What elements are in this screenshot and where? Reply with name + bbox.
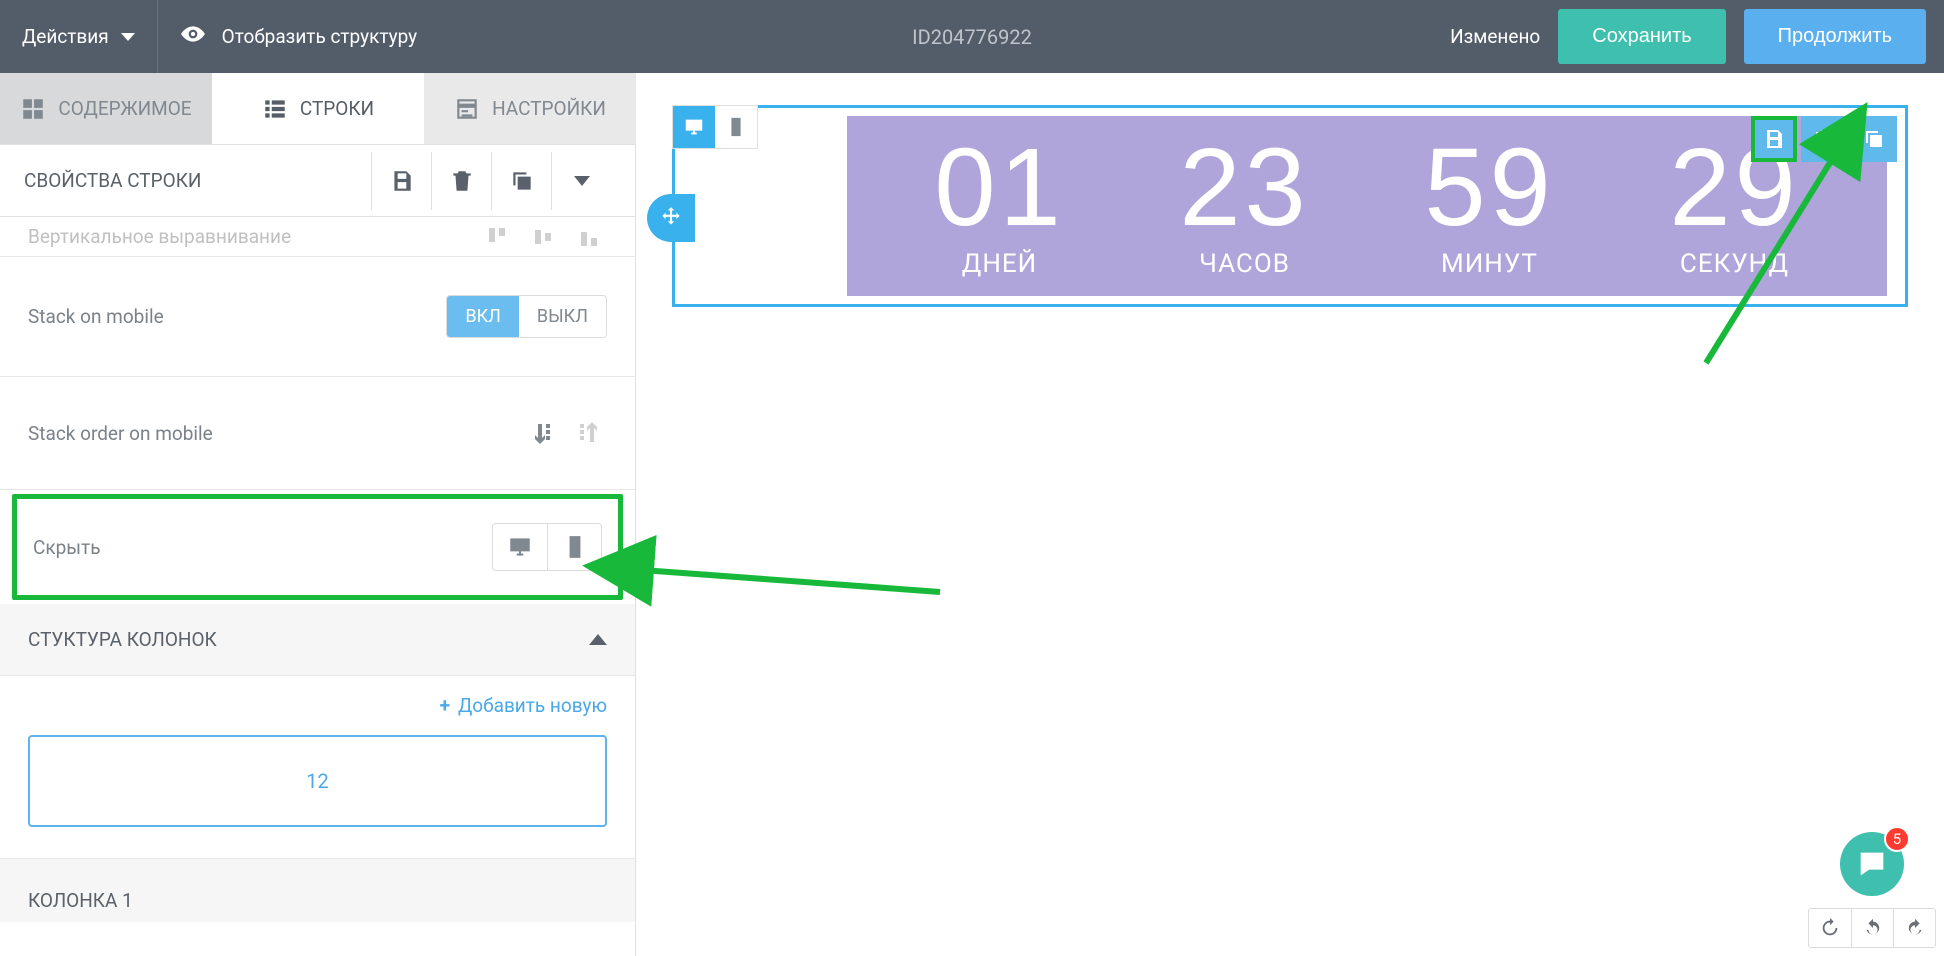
- countdown-days: 01 ДНЕЙ: [934, 133, 1064, 279]
- redo-button[interactable]: [1893, 909, 1935, 947]
- actions-menu[interactable]: Действия: [0, 0, 158, 73]
- history-icon: [1819, 917, 1841, 939]
- tab-content[interactable]: СОДЕРЖИМОЕ: [0, 73, 212, 144]
- mobile-icon: [725, 116, 747, 138]
- element-save-button[interactable]: [1751, 116, 1797, 162]
- device-preview-badge: [672, 105, 758, 149]
- column-structure-header[interactable]: СТУКТУРА КОЛОНОК: [0, 604, 635, 676]
- hide-desktop-button[interactable]: [493, 524, 547, 570]
- top-bar: Действия Отобразить структуру ID20477692…: [0, 0, 1944, 73]
- show-structure-button[interactable]: Отобразить структуру: [158, 21, 440, 52]
- undo-icon: [1862, 917, 1884, 939]
- countdown-hours: 23 ЧАСОВ: [1179, 133, 1309, 279]
- chevron-down-icon: [574, 176, 590, 186]
- eye-icon: [180, 21, 206, 52]
- hide-mobile-button[interactable]: [547, 524, 601, 570]
- align-top-button[interactable]: [479, 219, 515, 255]
- stack-order-default-button[interactable]: [525, 415, 561, 451]
- align-middle-button[interactable]: [525, 219, 561, 255]
- chat-icon: [1855, 847, 1889, 881]
- tab-settings[interactable]: НАСТРОЙКИ: [424, 73, 636, 144]
- desktop-icon: [507, 534, 533, 560]
- toggle-off[interactable]: ВЫКЛ: [519, 296, 606, 337]
- chat-badge: 5: [1884, 826, 1910, 852]
- collapse-row-button[interactable]: [551, 152, 611, 210]
- row-properties-label: СВОЙСТВА СТРОКИ: [24, 169, 201, 192]
- hide-row-highlight: Скрыть: [12, 494, 623, 600]
- save-row-button[interactable]: [371, 152, 431, 210]
- hide-label: Скрыть: [33, 536, 101, 559]
- trash-icon: [1812, 127, 1836, 151]
- desktop-icon: [683, 116, 705, 138]
- history-button[interactable]: [1809, 909, 1851, 947]
- delete-row-button[interactable]: [431, 152, 491, 210]
- plus-icon: +: [440, 694, 450, 717]
- vertical-align-row: Вертикальное выравнивание: [0, 217, 635, 257]
- copy-icon: [1862, 127, 1886, 151]
- row-properties-header: СВОЙСТВА СТРОКИ: [0, 145, 635, 217]
- document-id: ID204776922: [912, 25, 1032, 49]
- chevron-up-icon: [589, 634, 607, 645]
- rows-icon: [262, 96, 288, 122]
- redo-icon: [1904, 917, 1926, 939]
- properties-sidebar: СВОЙСТВА СТРОКИ Вертикальное выравнивани…: [0, 145, 636, 956]
- selected-row-frame[interactable]: 01 ДНЕЙ 23 ЧАСОВ 59 МИНУТ 29 СЕКУНД: [672, 105, 1908, 307]
- element-duplicate-button[interactable]: [1851, 116, 1897, 162]
- mobile-icon: [562, 534, 588, 560]
- history-toolbar: [1808, 908, 1936, 948]
- undo-button[interactable]: [1851, 909, 1893, 947]
- tab-rows[interactable]: СТРОКИ: [212, 73, 424, 144]
- actions-label: Действия: [22, 25, 109, 48]
- save-icon: [1762, 127, 1786, 151]
- move-icon: [658, 205, 684, 231]
- settings-icon: [454, 96, 480, 122]
- stack-order-reverse-button[interactable]: [571, 415, 607, 451]
- countdown-block[interactable]: 01 ДНЕЙ 23 ЧАСОВ 59 МИНУТ 29 СЕКУНД: [847, 116, 1887, 296]
- stack-on-mobile-row: Stack on mobile ВКЛ ВЫКЛ: [0, 257, 635, 377]
- save-button[interactable]: Сохранить: [1558, 9, 1725, 64]
- toggle-on[interactable]: ВКЛ: [447, 296, 519, 337]
- align-bottom-button[interactable]: [571, 219, 607, 255]
- column-1-label: КОЛОНКА 1: [0, 859, 635, 922]
- preview-mobile-button[interactable]: [715, 106, 757, 148]
- canvas-area: 01 ДНЕЙ 23 ЧАСОВ 59 МИНУТ 29 СЕКУНД: [636, 73, 1944, 956]
- chat-button[interactable]: 5: [1840, 832, 1904, 896]
- countdown-minutes: 59 МИНУТ: [1424, 133, 1554, 279]
- element-delete-button[interactable]: [1801, 116, 1847, 162]
- show-structure-label: Отобразить структуру: [222, 25, 418, 48]
- stack-order-row: Stack order on mobile: [0, 377, 635, 490]
- duplicate-row-button[interactable]: [491, 152, 551, 210]
- drag-handle[interactable]: [647, 194, 695, 242]
- column-width-box[interactable]: 12: [28, 735, 607, 827]
- stack-toggle[interactable]: ВКЛ ВЫКЛ: [446, 295, 607, 338]
- sidebar-tabs: СОДЕРЖИМОЕ СТРОКИ НАСТРОЙКИ: [0, 73, 636, 145]
- preview-desktop-button[interactable]: [673, 106, 715, 148]
- continue-button[interactable]: Продолжить: [1744, 9, 1926, 64]
- add-column-button[interactable]: +Добавить новую: [0, 676, 635, 727]
- chevron-down-icon: [121, 33, 135, 41]
- status-label: Изменено: [1450, 25, 1540, 48]
- grid-icon: [20, 96, 46, 122]
